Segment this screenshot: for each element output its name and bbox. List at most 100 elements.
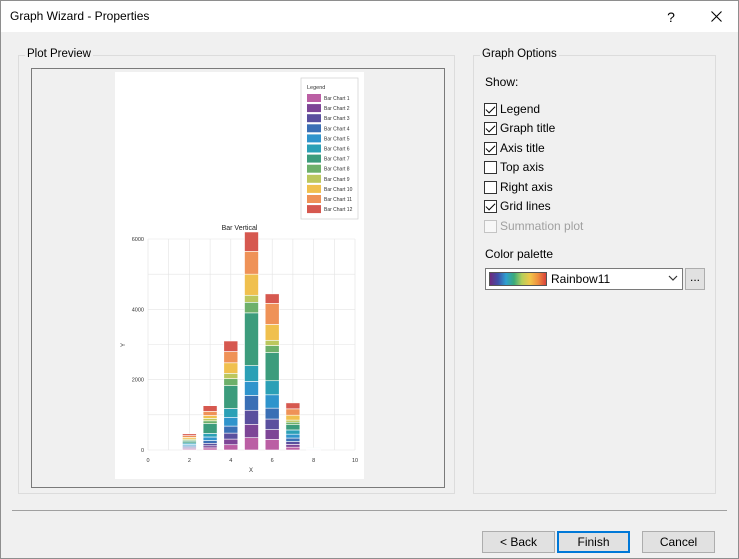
- checkbox-box[interactable]: [484, 141, 497, 155]
- finish-button[interactable]: Finish: [557, 531, 630, 553]
- window-title: Graph Wizard - Properties: [10, 9, 150, 23]
- checkbox-box: [484, 219, 497, 233]
- bar-segment: [264, 324, 280, 341]
- bar-segment: [202, 445, 218, 449]
- bar-segment: [202, 405, 218, 412]
- y-tick-label: 0: [141, 448, 144, 454]
- legend-entry: Bar Chart 4: [324, 126, 350, 132]
- bar-segment: [202, 436, 218, 441]
- palette-more-button[interactable]: ...: [685, 268, 705, 290]
- legend-entry: Bar Chart 2: [324, 106, 350, 112]
- bar-segment: [264, 418, 280, 430]
- bar-segment: [285, 408, 301, 416]
- bar-segment: [285, 424, 301, 431]
- checkbox-label: Axis title: [500, 141, 545, 155]
- bar-segment: [202, 423, 218, 434]
- legend-entry: Bar Chart 9: [324, 177, 350, 183]
- legend-entry: Bar Chart 5: [324, 136, 350, 142]
- checkbox-label: Graph title: [500, 121, 556, 135]
- bar-segment: [285, 433, 301, 439]
- back-button[interactable]: < Back: [482, 531, 555, 553]
- bar-segment: [223, 438, 239, 446]
- graph-options-label: Graph Options: [480, 48, 559, 60]
- bar-segment: [285, 402, 301, 410]
- checkbox-box[interactable]: [484, 180, 497, 194]
- bar-segment: [264, 394, 280, 409]
- color-palette-select[interactable]: Rainbow11: [485, 268, 683, 290]
- x-tick-label: 10: [352, 458, 358, 464]
- bar-segment: [202, 447, 218, 451]
- bar-segment: [244, 251, 259, 275]
- bar-segment: [285, 444, 301, 448]
- palette-value: Rainbow11: [551, 272, 611, 286]
- legend-swatch: [307, 205, 321, 214]
- legend-entry: Bar Chart 7: [324, 157, 350, 163]
- x-tick-label: 2: [188, 458, 191, 464]
- legend-swatch: [307, 195, 321, 203]
- bar-segment: [244, 409, 259, 425]
- bar-segment: [264, 429, 280, 440]
- bar-segment: [264, 303, 280, 325]
- close-button[interactable]: [693, 1, 739, 32]
- bar-segment: [244, 312, 259, 366]
- checkbox-label: Right axis: [500, 180, 553, 194]
- cancel-button[interactable]: Cancel: [642, 531, 715, 553]
- close-icon: [710, 11, 722, 22]
- bar-segment: [202, 415, 218, 419]
- bar-segment: [285, 441, 301, 445]
- legend-entry: Bar Chart 10: [324, 187, 353, 193]
- bar-segment: [182, 433, 197, 436]
- bar-segment: [244, 437, 259, 451]
- bar-segment: [244, 231, 259, 252]
- bar-segment: [264, 352, 280, 382]
- bar-segment: [285, 429, 301, 435]
- checkbox-box[interactable]: [484, 102, 497, 116]
- bar-segment: [202, 440, 218, 444]
- bar-segment: [202, 443, 218, 447]
- x-tick-label: 6: [271, 458, 274, 464]
- plot-preview-label: Plot Preview: [25, 48, 93, 60]
- axis-title-checkbox[interactable]: Axis title: [484, 140, 545, 156]
- checkbox-box[interactable]: [484, 121, 497, 135]
- checkbox-label: Grid lines: [500, 199, 551, 213]
- y-tick-label: 2000: [132, 378, 144, 384]
- bar-segment: [244, 395, 259, 411]
- top-axis-checkbox[interactable]: Top axis: [484, 159, 544, 175]
- bar-segment: [285, 414, 301, 421]
- legend-checkbox[interactable]: Legend: [484, 101, 540, 117]
- legend-title: Legend: [307, 85, 325, 91]
- checkbox-box[interactable]: [484, 199, 497, 213]
- bar-segment: [223, 416, 239, 427]
- bar-segment: [244, 302, 259, 314]
- checkbox-box[interactable]: [484, 160, 497, 174]
- legend-swatch: [307, 154, 321, 163]
- legend-swatch: [307, 104, 321, 113]
- bar-segment: [244, 273, 259, 296]
- graph-title-checkbox[interactable]: Graph title: [484, 120, 555, 136]
- bar-segment: [223, 408, 239, 418]
- legend-swatch: [307, 184, 321, 193]
- title-bar: Graph Wizard - Properties ?: [1, 1, 738, 32]
- x-tick-label: 4: [229, 458, 232, 464]
- legend-entry: Bar Chart 1: [324, 96, 350, 102]
- bar-segment: [244, 381, 259, 396]
- legend-swatch: [307, 94, 321, 102]
- bar-segment: [223, 351, 239, 364]
- grid-lines-checkbox[interactable]: Grid lines: [484, 198, 551, 214]
- bar-segment: [223, 385, 239, 409]
- checkbox-label: Legend: [500, 102, 541, 116]
- help-button[interactable]: ?: [648, 1, 694, 32]
- legend-entry: Bar Chart 3: [324, 116, 350, 122]
- bar-segment: [244, 294, 259, 303]
- legend-entry: Bar Chart 12: [324, 207, 353, 213]
- right-axis-checkbox[interactable]: Right axis: [484, 179, 553, 195]
- bar-segment: [264, 345, 280, 353]
- legend-entry: Bar Chart 8: [324, 167, 350, 173]
- y-tick-label: 6000: [132, 237, 144, 243]
- legend-swatch: [307, 144, 321, 153]
- bar-segment: [264, 339, 280, 346]
- bar-segment: [264, 407, 280, 420]
- checkbox-label: Top axis: [500, 160, 545, 174]
- x-tick-label: 0: [146, 458, 149, 464]
- y-tick-label: 4000: [132, 307, 144, 313]
